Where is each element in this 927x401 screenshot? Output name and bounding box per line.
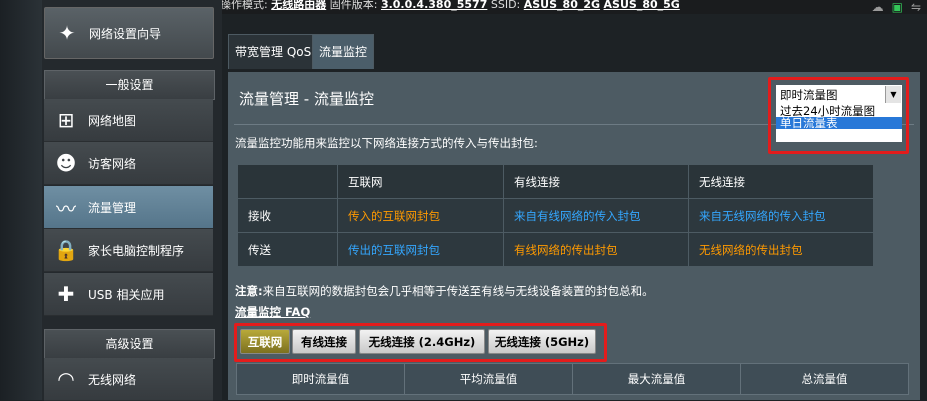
sidebar-item-label: 流量管理 [88, 200, 137, 215]
usb-app-icon: ✚ [57, 282, 75, 306]
tab-traffic-monitor[interactable]: 流量监控 [312, 34, 375, 69]
table-header-cell: 互联网 [337, 164, 504, 199]
wireless-icon: ◠ [57, 367, 75, 391]
network-wizard-button[interactable]: ✦ 网络设置向导 [44, 7, 214, 59]
table-header-cell: 平均流量值 [404, 363, 573, 395]
sidebar-item-label: 无线网络 [88, 372, 137, 387]
table-header-cell: 有线连接 [503, 164, 689, 199]
note: 注意:来自互联网的数据封包会几乎相等于传送至有线与无线设备装置的封包总和。 [235, 283, 654, 299]
parental-control-icon: 🔒 [53, 238, 79, 262]
table-header-cell: 无线连接 [688, 164, 874, 199]
select-value: 即时流量图 [780, 88, 838, 102]
network-map-icon: ⊞ [57, 108, 75, 132]
magic-wand-icon: ✦ [58, 21, 76, 45]
row-label: 接收 [237, 198, 338, 233]
ssid-label: SSID: [490, 0, 521, 11]
chevron-down-icon[interactable]: ▼ [885, 86, 901, 103]
table-cell: 有线网络的传出封包 [503, 232, 689, 267]
guest-network-icon: ☻ [55, 151, 77, 175]
lan-icon[interactable]: ▣ [892, 0, 903, 14]
internet-button[interactable]: 互联网 [240, 329, 290, 354]
wizard-label: 网络设置向导 [89, 26, 162, 41]
sidebar-item-usb-app[interactable]: ✚ USB 相关应用 [44, 273, 213, 316]
sidebar-item-traffic-manager[interactable]: 〰 流量管理 [44, 186, 213, 229]
table-header-row: 互联网 有线连接 无线连接 [237, 164, 874, 199]
table-cell: 传入的互联网封包 [337, 198, 504, 233]
firmware-value-link[interactable]: 3.0.0.4.380_5577 [381, 0, 487, 11]
cloud-icon[interactable]: ☁ [872, 0, 884, 14]
page-title: 流量管理 - 流量监控 [239, 90, 374, 108]
table-header-cell: 总流量值 [740, 363, 909, 395]
tab-qos[interactable]: 带宽管理 QoS [228, 34, 319, 69]
traffic-stats-table: 即时流量值 平均流量值 最大流量值 总流量值 [236, 363, 909, 395]
table-row: 传送 传出的互联网封包 有线网络的传出封包 无线网络的传出封包 [237, 232, 874, 267]
mode-value-link[interactable]: 无线路由器 [271, 0, 326, 11]
wired-button[interactable]: 有线连接 [292, 329, 356, 354]
wireless-5-button[interactable]: 无线连接 (5GHz) [488, 329, 596, 354]
table-cell: 无线网络的传出封包 [688, 232, 874, 267]
table-cell: 来自有线网络的传入封包 [503, 198, 689, 233]
sidebar-item-network-map[interactable]: ⊞ 网络地图 [44, 99, 213, 142]
table-cell: 来自无线网络的传入封包 [688, 198, 874, 233]
sidebar-item-label: 家长电脑控制程序 [88, 243, 185, 258]
table-header-row: 即时流量值 平均流量值 最大流量值 总流量值 [236, 363, 909, 395]
status-bar: 操作模式: 无线路由器 固件版本: 3.0.0.4.380_5577 SSID:… [220, 0, 927, 14]
mode-label: 操作模式: [220, 0, 268, 11]
wireless-24-button[interactable]: 无线连接 (2.4GHz) [359, 329, 485, 354]
table-header-cell: 最大流量值 [572, 363, 741, 395]
graph-type-options[interactable]: 过去24小时流量图 单日流量表 [776, 105, 902, 142]
sidebar-item-guest-network[interactable]: ☻ 访客网络 [44, 142, 213, 185]
description: 流量监控功能用来监控以下网络连接方式的传入与传出封包: [235, 136, 538, 150]
section-general-header: 一般设置 [44, 70, 215, 100]
note-text: 来自互联网的数据封包会几乎相等于传送至有线与无线设备装置的封包总和。 [262, 284, 654, 298]
status-icons: ☁ ▣ ⇋ [872, 0, 921, 14]
usb-icon[interactable]: ⇋ [911, 0, 921, 14]
sidebar-item-label: 访客网络 [88, 156, 137, 171]
row-label: 传送 [237, 232, 338, 267]
sidebar-item-label: 网络地图 [88, 113, 137, 128]
note-prefix: 注意: [235, 284, 263, 298]
firmware-label: 固件版本: [329, 0, 378, 11]
sidebar-stripe [0, 0, 42, 400]
traffic-manager-icon: 〰 [56, 196, 76, 221]
graph-type-select[interactable]: 即时流量图 ▼ [776, 85, 902, 105]
table-row: 接收 传入的互联网封包 来自有线网络的传入封包 来自无线网络的传入封包 [237, 198, 874, 233]
table-cell: 传出的互联网封包 [337, 232, 504, 267]
sidebar-item-parental-control[interactable]: 🔒 家长电脑控制程序 [44, 229, 213, 272]
table-header-cell [237, 164, 338, 199]
sidebar-item-wireless[interactable]: ◠ 无线网络 [44, 358, 213, 401]
sidebar-item-label: USB 相关应用 [88, 287, 165, 302]
faq-link[interactable]: 流量监控 FAQ [235, 304, 310, 320]
traffic-info-table: 互联网 有线连接 无线连接 接收 传入的互联网封包 来自有线网络的传入封包 来自… [237, 164, 874, 267]
option-daily-table[interactable]: 单日流量表 [776, 117, 902, 129]
sidebar: ✦ 网络设置向导 一般设置 ⊞ 网络地图 ☻ 访客网络 〰 流量管理 🔒 家长电… [0, 0, 222, 401]
ssid-2g-link[interactable]: ASUS_80_2G [524, 0, 600, 11]
table-header-cell: 即时流量值 [236, 363, 405, 395]
section-advanced-header: 高级设置 [44, 329, 215, 359]
ssid-5g-link[interactable]: ASUS_80_5G [604, 0, 680, 11]
